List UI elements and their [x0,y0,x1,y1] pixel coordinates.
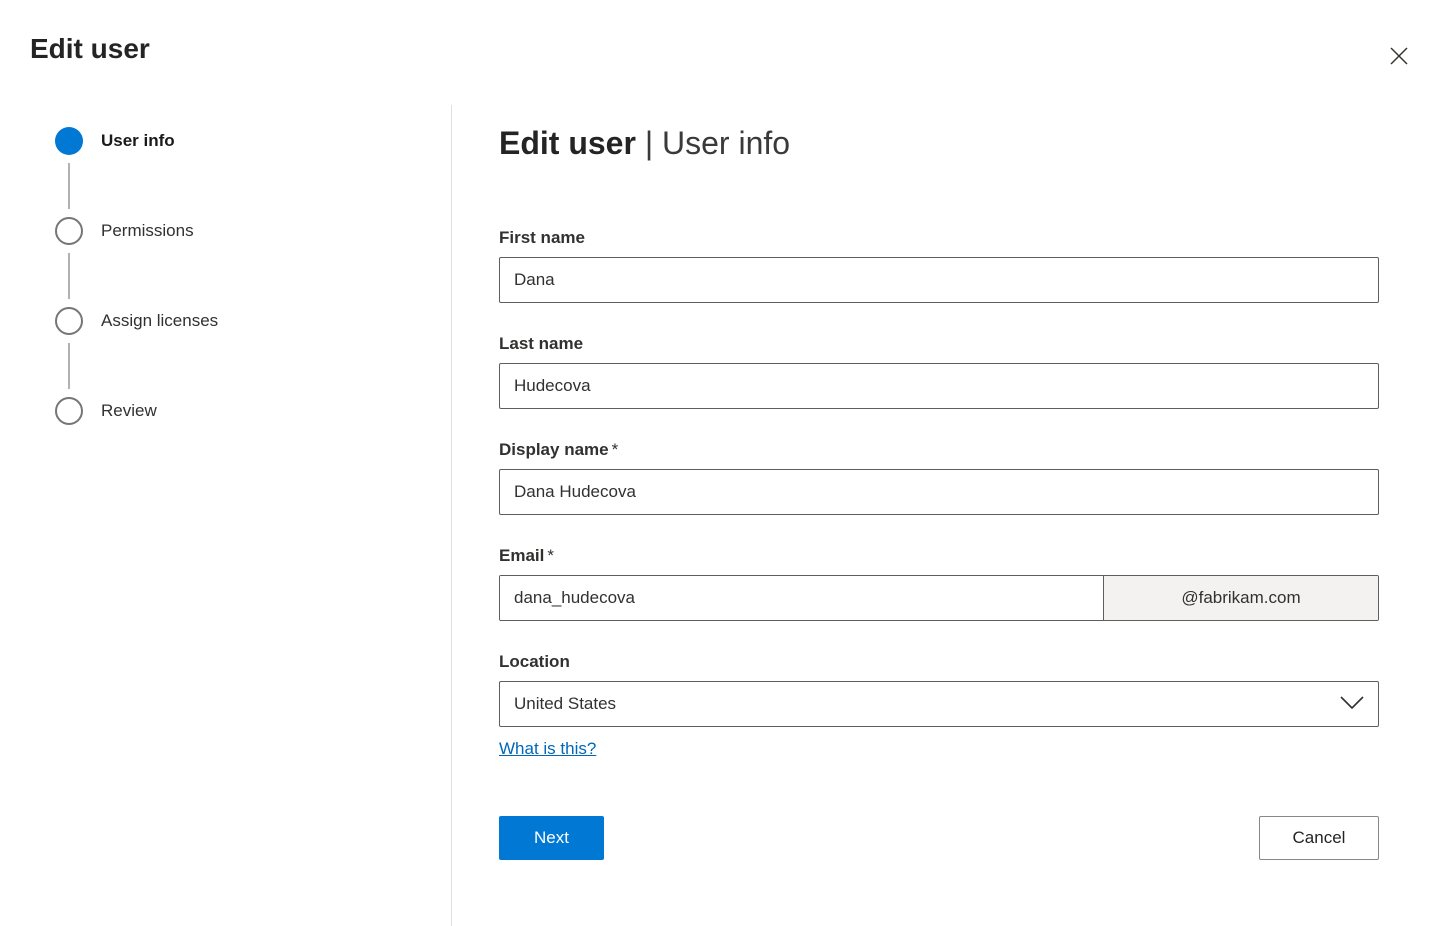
first-name-group: First name [499,228,1379,303]
step-label: Assign licenses [101,311,218,331]
dialog-title: Edit user [30,33,1455,65]
last-name-group: Last name [499,334,1379,409]
email-field-wrap: @fabrikam.com [499,575,1379,621]
page-title-separator: | [636,125,662,161]
wizard-steps: User info Permissions Assign licenses Re… [0,105,452,926]
email-domain-suffix: @fabrikam.com [1103,576,1378,620]
step-circle-icon [55,217,83,245]
close-icon [1390,47,1408,65]
step-connector [55,245,451,307]
display-name-label-text: Display name [499,440,609,459]
last-name-label: Last name [499,334,1379,354]
email-group: Email* @fabrikam.com [499,546,1379,621]
step-connector [55,335,451,397]
step-label: User info [101,131,175,151]
main-pane: Edit user | User info First name Last na… [452,105,1455,926]
location-group: Location United States What is this? [499,652,1379,759]
step-label: Review [101,401,157,421]
step-review[interactable]: Review [55,397,451,425]
dialog-body: User info Permissions Assign licenses Re… [0,105,1455,926]
step-assign-licenses[interactable]: Assign licenses [55,307,451,335]
last-name-input[interactable] [499,363,1379,409]
step-label: Permissions [101,221,194,241]
first-name-label: First name [499,228,1379,248]
step-permissions[interactable]: Permissions [55,217,451,245]
cancel-button[interactable]: Cancel [1259,816,1379,860]
location-label: Location [499,652,1379,672]
edit-user-form: First name Last name Display name* Email… [499,228,1379,759]
page-title-primary: Edit user [499,125,636,161]
step-circle-icon [55,307,83,335]
display-name-group: Display name* [499,440,1379,515]
dialog-header: Edit user [0,0,1455,105]
what-is-this-link[interactable]: What is this? [499,739,596,759]
required-asterisk: * [547,546,554,565]
step-circle-icon [55,397,83,425]
location-select[interactable]: United States [499,681,1379,727]
page-title-secondary: User info [662,125,790,161]
close-button[interactable] [1385,42,1413,70]
next-button[interactable]: Next [499,816,604,860]
display-name-input[interactable] [499,469,1379,515]
email-input[interactable] [500,576,1103,620]
page-title: Edit user | User info [499,125,1379,162]
required-asterisk: * [612,440,619,459]
step-user-info[interactable]: User info [55,127,451,155]
email-label-text: Email [499,546,544,565]
step-circle-filled-icon [55,127,83,155]
actions-row: Next Cancel [499,816,1379,860]
location-selected-value: United States [514,694,616,714]
email-label: Email* [499,546,1379,566]
display-name-label: Display name* [499,440,1379,460]
chevron-down-icon [1340,694,1364,714]
first-name-input[interactable] [499,257,1379,303]
step-connector [55,155,451,217]
